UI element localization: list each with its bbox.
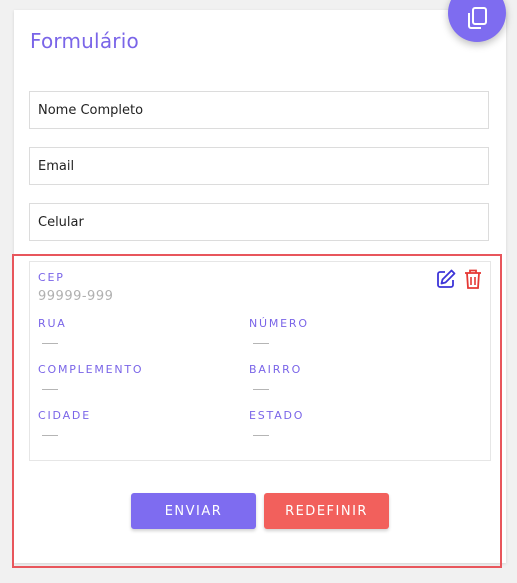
form-title: Formulário xyxy=(30,29,139,53)
state-value xyxy=(253,435,269,436)
complement-label: COMPLEMENTO xyxy=(38,363,144,376)
city-value xyxy=(42,435,58,436)
neighborhood-label: BAIRRO xyxy=(249,363,303,376)
cep-label: CEP xyxy=(38,271,65,284)
phone-input[interactable] xyxy=(30,204,488,240)
neighborhood-value xyxy=(253,389,269,390)
email-input[interactable] xyxy=(30,148,488,184)
number-value xyxy=(253,343,269,344)
full-name-input[interactable] xyxy=(30,92,488,128)
complement-value xyxy=(42,389,58,390)
copy-icon xyxy=(464,0,490,35)
trash-icon[interactable] xyxy=(463,268,483,294)
state-label: ESTADO xyxy=(249,409,305,422)
send-button[interactable]: ENVIAR xyxy=(131,493,256,529)
copy-fab-button[interactable] xyxy=(448,0,506,42)
phone-field[interactable] xyxy=(29,203,489,241)
email-field[interactable] xyxy=(29,147,489,185)
address-card: CEP 99999-999 RUA NÚMERO COMPLEMENTO BAI… xyxy=(29,261,491,461)
edit-icon[interactable] xyxy=(435,268,457,294)
city-label: CIDADE xyxy=(38,409,91,422)
reset-button[interactable]: REDEFINIR xyxy=(264,493,389,529)
number-label: NÚMERO xyxy=(249,317,309,330)
street-value xyxy=(42,343,58,344)
street-label: RUA xyxy=(38,317,67,330)
cep-value: 99999-999 xyxy=(38,289,114,304)
full-name-field[interactable] xyxy=(29,91,489,129)
